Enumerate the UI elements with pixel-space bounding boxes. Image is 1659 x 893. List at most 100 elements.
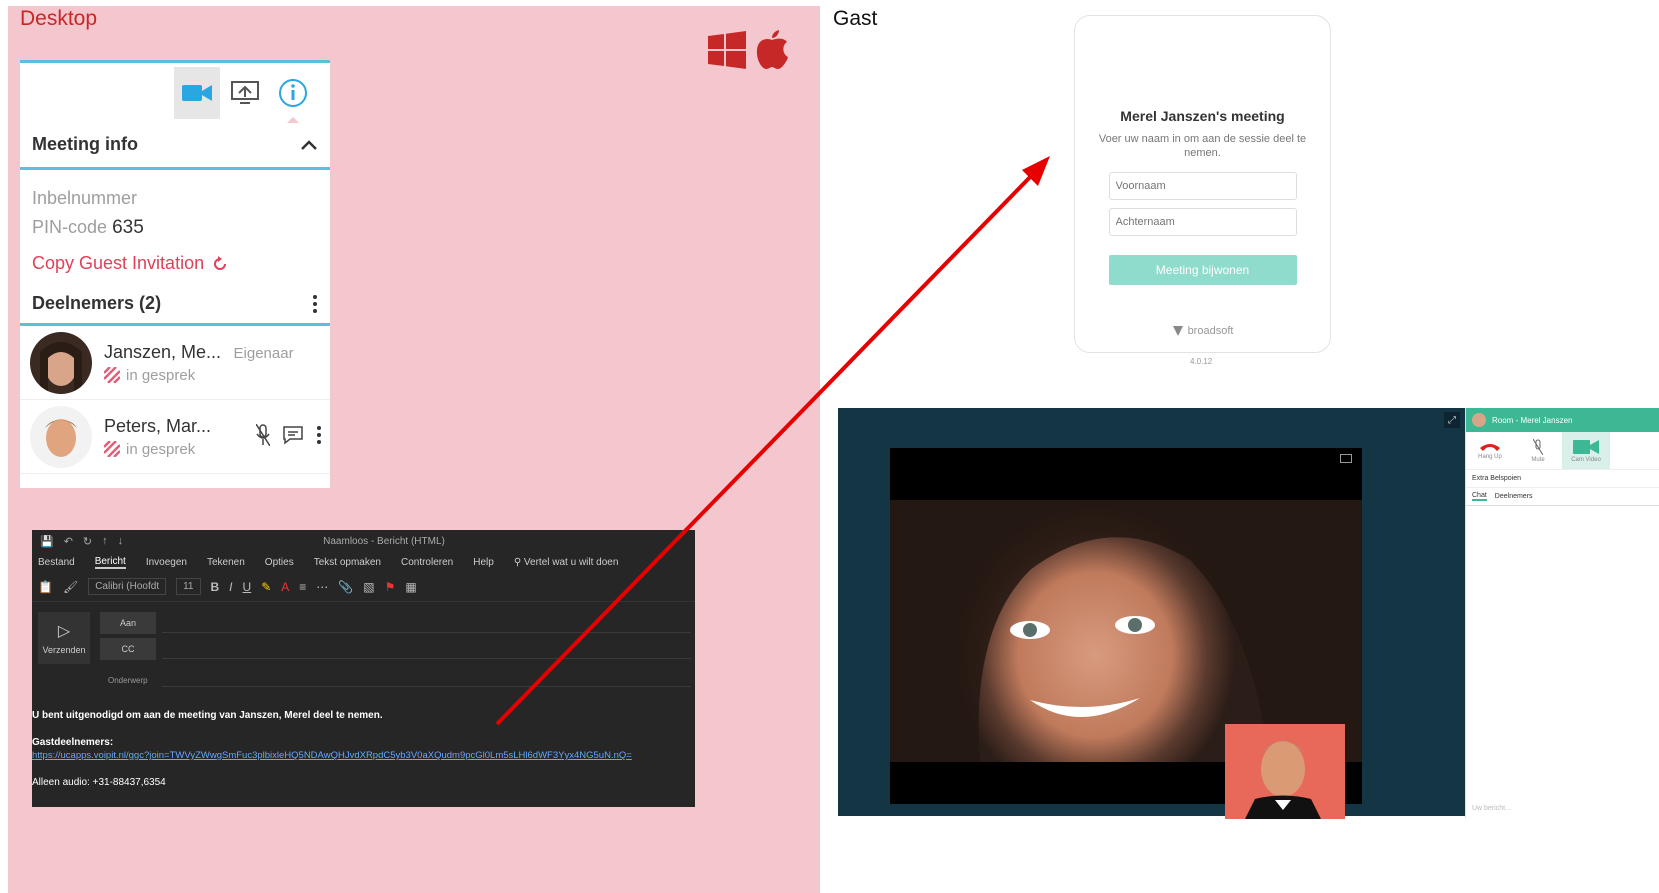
join-meeting-button[interactable]: Meeting bijwonen <box>1108 255 1297 285</box>
more-vertical-icon[interactable] <box>312 294 318 314</box>
dial-in-number: Inbelnummer <box>32 188 138 208</box>
font-size-select[interactable]: 11 <box>176 578 201 595</box>
avatar <box>1472 413 1486 427</box>
tab-tekenen[interactable]: Tekenen <box>207 557 245 568</box>
last-name-input[interactable] <box>1108 208 1297 236</box>
mail-ribbon: 📋 🖌 Calibri (Hoofdt 11 B I U ✎ A ≡ ⋯ 📎 ▧… <box>32 572 695 602</box>
video-camera-icon <box>182 85 212 101</box>
tab-tekst-opmaken[interactable]: Tekst opmaken <box>314 557 381 568</box>
mail-body[interactable]: U bent uitgenodigd om aan de meeting van… <box>32 710 632 788</box>
chevron-up-icon[interactable] <box>300 139 318 151</box>
reception-row[interactable]: Extra Belspoien <box>1466 470 1659 488</box>
highlight-icon[interactable]: ✎ <box>261 580 271 594</box>
participant-name: Peters, Mar... <box>104 415 212 436</box>
expand-icon[interactable]: ⤢ <box>1444 412 1460 428</box>
room-title: Room - Merel Janszen <box>1492 415 1573 425</box>
bold-icon[interactable]: B <box>211 580 220 594</box>
audio-only-line: Alleen audio: +31-88437,6354 <box>32 777 166 788</box>
underline-icon[interactable]: U <box>243 580 252 594</box>
guest-invite-link[interactable]: https://ucapps.voipit.nl/ggc?join=TWVyZW… <box>32 750 632 761</box>
os-icons <box>708 30 790 70</box>
video-camera-icon <box>1573 439 1599 454</box>
italic-icon[interactable]: I <box>229 580 232 594</box>
hang-up-button[interactable]: Hang Up <box>1466 432 1514 469</box>
subject-field[interactable] <box>162 686 691 687</box>
pin-code: PIN-code 635 <box>20 209 330 239</box>
attach-icon[interactable]: 📎 <box>338 580 353 594</box>
template-icon[interactable]: ▦ <box>405 580 416 594</box>
arrow-up-icon[interactable]: ↑ <box>102 535 108 547</box>
format-painter-icon[interactable]: 🖌 <box>63 580 78 594</box>
participants-title: Deelnemers (2) <box>32 293 162 313</box>
copy-guest-invitation-label: Copy Guest Invitation <box>32 253 205 273</box>
room-header: Room - Merel Janszen <box>1466 408 1659 432</box>
send-label: Verzenden <box>42 645 86 655</box>
cc-field[interactable] <box>162 658 691 659</box>
reception-label: Extra Belspoien <box>1472 475 1522 482</box>
flag-icon[interactable]: ⚑ <box>385 580 396 594</box>
mail-window-title: Naamloos - Bericht (HTML) <box>323 535 445 547</box>
mute-label: Mute <box>1531 456 1545 463</box>
tell-me-search[interactable]: ⚲ Vertel wat u wilt doen <box>514 557 619 568</box>
refresh-icon <box>214 255 227 270</box>
avatar <box>30 331 92 394</box>
tab-bestand[interactable]: Bestand <box>38 557 75 568</box>
paste-icon[interactable]: 📋 <box>38 580 53 594</box>
remote-video-feed <box>890 500 1362 762</box>
in-call-status-icon <box>104 367 120 383</box>
guests-label: Gastdeelnemers: <box>32 737 114 748</box>
participant-role: Eigenaar <box>233 344 294 362</box>
self-view-video[interactable] <box>1225 724 1345 819</box>
save-icon[interactable]: 💾 <box>40 535 54 548</box>
tab-bericht[interactable]: Bericht <box>94 556 126 569</box>
join-instruction: Voer uw naam in om aan de sessie deel te… <box>1098 133 1307 159</box>
first-name-input[interactable] <box>1108 172 1297 200</box>
undo-icon[interactable]: ↶ <box>64 535 73 548</box>
tab-controleren[interactable]: Controleren <box>401 557 453 568</box>
meeting-info-title: Meeting info <box>32 134 138 154</box>
tab-participants[interactable]: Deelnemers <box>1495 493 1533 500</box>
windows-icon <box>708 31 746 69</box>
signature-icon[interactable]: ▧ <box>363 580 374 594</box>
tab-chat[interactable]: Chat <box>1472 492 1487 501</box>
more-icon[interactable]: ⋯ <box>316 580 328 594</box>
more-vertical-icon[interactable] <box>316 425 322 445</box>
participant-row[interactable]: Peters, Mar... in gesprek <box>20 400 330 474</box>
participant-row[interactable]: Janszen, Me... Eigenaar in gesprek <box>20 326 330 400</box>
redo-icon[interactable]: ↻ <box>83 535 92 548</box>
microphone-muted-icon[interactable] <box>256 424 270 446</box>
font-name-select[interactable]: Calibri (Hoofdt <box>88 578 167 595</box>
info-button[interactable] <box>270 67 316 123</box>
desktop-title: Desktop <box>20 7 98 30</box>
mail-titlebar: 💾 ↶ ↻ ↑ ↓ Naamloos - Bericht (HTML) <box>32 530 695 552</box>
phone-hangup-icon <box>1480 443 1500 451</box>
meeting-info-card: Meeting info Inbelnummer PIN-code 635 Co… <box>20 60 330 488</box>
layout-icon[interactable] <box>1340 454 1352 463</box>
video-button[interactable] <box>174 67 220 119</box>
to-field[interactable] <box>162 632 691 633</box>
side-panel-tabs: Chat Deelnemers <box>1466 488 1659 506</box>
cc-button[interactable]: CC <box>100 638 156 660</box>
participant-name: Janszen, Me... <box>104 341 222 362</box>
font-color-icon[interactable]: A <box>281 580 289 594</box>
to-button[interactable]: Aan <box>100 612 156 634</box>
message-input[interactable]: Uw bericht... <box>1472 805 1511 812</box>
video-area: ⤢ <box>838 408 1465 819</box>
in-call-status-icon <box>104 441 120 457</box>
screen-share-button[interactable] <box>222 67 268 119</box>
participant-status: in gesprek <box>126 440 196 458</box>
arrow-down-icon[interactable]: ↓ <box>118 535 124 547</box>
version-label: 4.0.12 <box>1190 357 1213 366</box>
chat-icon[interactable] <box>282 425 304 445</box>
bullet-list-icon[interactable]: ≡ <box>299 580 306 594</box>
meeting-info-header[interactable]: Meeting info <box>20 122 330 170</box>
microphone-muted-icon <box>1533 438 1543 455</box>
call-controls: Hang Up Mute Cam Video <box>1466 432 1659 470</box>
send-button[interactable]: ▷ Verzenden <box>38 612 90 664</box>
tab-help[interactable]: Help <box>473 557 494 568</box>
camera-button[interactable]: Cam Video <box>1562 432 1610 469</box>
mute-button[interactable]: Mute <box>1514 432 1562 469</box>
tab-invoegen[interactable]: Invoegen <box>146 557 187 568</box>
copy-guest-invitation-button[interactable]: Copy Guest Invitation <box>20 239 330 274</box>
tab-opties[interactable]: Opties <box>265 557 294 568</box>
